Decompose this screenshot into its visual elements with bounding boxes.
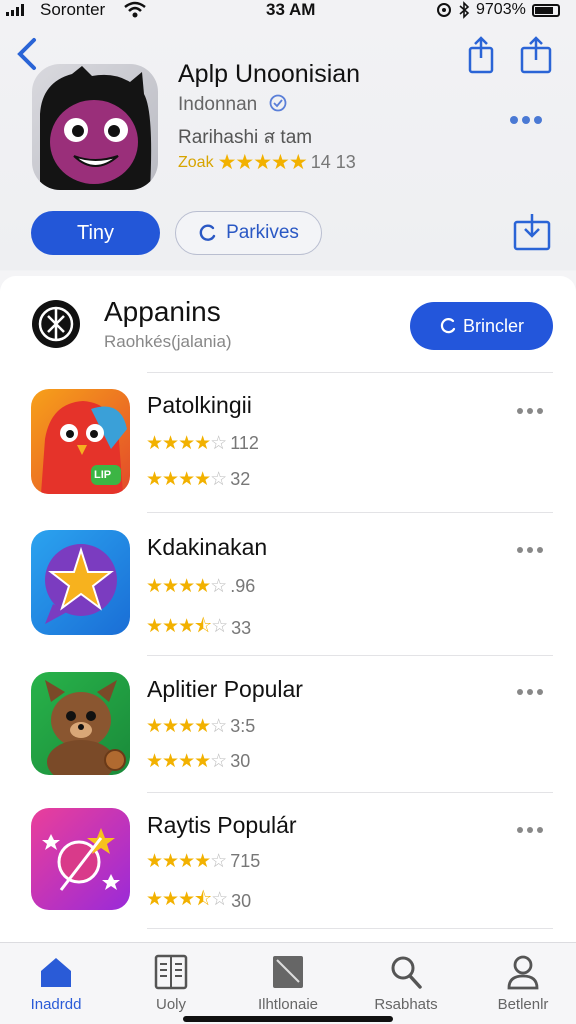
- app-rating: Zoak ★★★★★ 14 13: [178, 150, 356, 175]
- app-row-icon[interactable]: LIP: [31, 389, 130, 494]
- app-row-title[interactable]: Patolkingii: [147, 392, 252, 419]
- cartoon-face-icon: [40, 66, 152, 190]
- verified-badge-icon: [269, 94, 286, 112]
- tab-label: Inadrdd: [30, 996, 82, 1013]
- divider: [147, 372, 553, 373]
- app-row-icon[interactable]: [31, 808, 130, 910]
- person-icon: [503, 952, 543, 992]
- tab-label: Betlenlr: [497, 996, 549, 1013]
- browse-button-label: Brincler: [462, 315, 524, 336]
- tab-label: Uoly: [155, 996, 186, 1013]
- more-options-icon[interactable]: [517, 827, 543, 833]
- more-options-icon[interactable]: [510, 116, 542, 124]
- rating-count: 715: [230, 851, 261, 871]
- tab-library[interactable]: Uoly: [123, 952, 219, 1013]
- red-parrot-icon: [41, 401, 127, 494]
- tablet-icon: [268, 952, 308, 992]
- tab-label: Rsabhats: [374, 996, 438, 1013]
- primary-action-button[interactable]: Tiny: [31, 211, 160, 255]
- rating-count: 112: [230, 433, 259, 453]
- app-icon: [32, 64, 158, 190]
- app-row-icon[interactable]: [31, 530, 130, 635]
- more-options-icon[interactable]: [517, 547, 543, 553]
- battery-icon: [531, 3, 560, 17]
- rating-count: 14 13: [310, 152, 356, 172]
- battery-percent: 9703%: [476, 1, 526, 18]
- home-indicator: [183, 1016, 393, 1022]
- carrier-name: Soronter: [40, 0, 106, 19]
- rating-count: 30: [231, 890, 252, 911]
- tab-profile[interactable]: Betlenlr: [475, 952, 571, 1013]
- secondary-action-button[interactable]: Parkives: [175, 211, 322, 255]
- app-row-rating: ★★★★☆ 715: [146, 850, 260, 873]
- rating-label: Zoak: [178, 153, 214, 171]
- inbox-download-icon[interactable]: [512, 210, 552, 252]
- app-badge: LIP: [94, 469, 112, 481]
- bear-icon: [45, 680, 126, 775]
- app-row-rating: ★★★★☆ 32: [146, 468, 250, 491]
- more-options-icon[interactable]: [517, 408, 543, 414]
- star-rating-icon: ★★★⯪☆: [146, 889, 228, 910]
- location-icon: [437, 3, 451, 17]
- share-alt-icon[interactable]: [518, 36, 554, 76]
- tab-tablet[interactable]: Ilhtlonaie: [240, 952, 336, 1013]
- browse-button[interactable]: Brincler: [410, 302, 553, 350]
- divider: [147, 928, 553, 929]
- app-row-rating: ★★★⯪☆ 33: [146, 612, 251, 644]
- divider: [147, 792, 553, 793]
- magic-stars-icon: [42, 828, 120, 891]
- app-subtitle-text: Indonnan: [178, 94, 258, 115]
- app-row-rating: ★★★★☆ 30: [146, 750, 250, 773]
- app-row-icon[interactable]: [31, 672, 130, 775]
- star-rating-icon: ★★★★☆: [146, 576, 227, 597]
- app-subtitle: Indonnan: [178, 94, 287, 116]
- refresh-icon: [199, 224, 216, 241]
- tab-search[interactable]: Rsabhats: [358, 952, 454, 1013]
- divider: [147, 512, 553, 513]
- app-row-rating: ★★★⯪☆ 30: [146, 885, 251, 917]
- rating-count: 30: [230, 751, 251, 771]
- app-row-rating: ★★★★☆ 112: [146, 432, 259, 455]
- wifi-icon: [124, 1, 146, 18]
- divider: [147, 655, 553, 656]
- share-icon[interactable]: [466, 36, 496, 76]
- section-title: Appanins: [104, 296, 221, 327]
- tab-home[interactable]: Inadrdd: [8, 952, 104, 1013]
- section-logo-icon: [32, 300, 80, 348]
- book-icon: [151, 952, 191, 992]
- more-options-icon[interactable]: [517, 689, 543, 695]
- app-row-rating: ★★★★☆ 3:5: [146, 715, 255, 738]
- refresh-icon: [440, 318, 456, 334]
- search-icon: [386, 952, 426, 992]
- star-bubble-icon: [45, 544, 117, 624]
- home-icon: [36, 952, 76, 992]
- star-rating-icon: ★★★★★: [217, 151, 308, 174]
- status-time: 33 AM: [266, 0, 316, 19]
- star-rating-icon: ★★★★☆: [146, 433, 227, 454]
- star-rating-icon: ★★★★☆: [146, 716, 227, 737]
- section-subtitle: Raohkés(jalania): [104, 332, 232, 351]
- app-title: Aplp Unoonisian: [178, 60, 361, 88]
- secondary-action-label: Parkives: [226, 222, 299, 243]
- rating-count: 33: [231, 617, 252, 638]
- bluetooth-icon: [459, 1, 470, 19]
- star-rating-icon: ★★★★☆: [146, 851, 227, 872]
- status-bar: Soronter 33 AM 9703%: [0, 0, 576, 22]
- rating-count: .96: [230, 576, 256, 596]
- app-row-rating: ★★★★☆ .96: [146, 575, 255, 598]
- star-rating-icon: ★★★★☆: [146, 469, 227, 490]
- app-row-title[interactable]: Raytis Populár: [147, 812, 297, 839]
- star-rating-icon: ★★★★☆: [146, 751, 227, 772]
- app-row-title[interactable]: Aplitier Popular: [147, 676, 303, 703]
- app-row-title[interactable]: Kdakinakan: [147, 534, 267, 561]
- rating-count: 3:5: [230, 716, 256, 736]
- app-developer: Rarihashi ส tam: [178, 127, 313, 148]
- back-chevron-icon[interactable]: [12, 34, 42, 74]
- rating-count: 32: [230, 469, 251, 489]
- signal-icon: [6, 4, 24, 16]
- star-rating-icon: ★★★⯪☆: [146, 616, 228, 637]
- tab-label: Ilhtlonaie: [257, 996, 319, 1013]
